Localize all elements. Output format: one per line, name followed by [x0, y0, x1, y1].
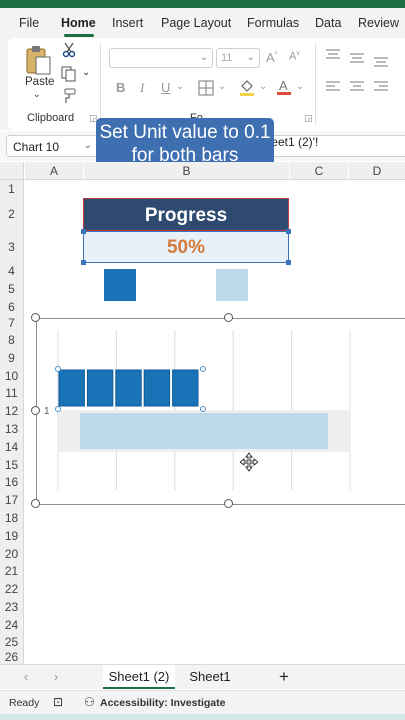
sheet-tab-bar: ‹ › Sheet1 (2) Sheet1 + [0, 664, 405, 689]
chart-bar-segment [86, 369, 114, 407]
chart-bar-segment [115, 369, 142, 407]
next-sheet-icon[interactable]: › [48, 665, 64, 689]
bottom-strip [0, 714, 405, 720]
series-selection-handle[interactable] [55, 366, 61, 372]
series-selection-handle[interactable] [55, 406, 61, 412]
accessibility-icon[interactable]: ⚇ [84, 695, 95, 709]
series-selection-handle[interactable] [200, 366, 206, 372]
move-cursor-icon [240, 452, 258, 474]
sheet-tab-sheet1-2[interactable]: Sheet1 (2) [103, 665, 175, 689]
chart-bar-segment [172, 369, 199, 407]
status-ready: Ready [9, 697, 40, 709]
status-bar: Ready ⊡ ⚇ Accessibility: Investigate [0, 690, 405, 714]
chart-bar-segment [143, 369, 171, 407]
chart-category-label: 1 [44, 406, 50, 417]
prev-sheet-icon[interactable]: ‹ [18, 665, 34, 689]
series-selection-handle[interactable] [200, 406, 206, 412]
add-sheet-icon[interactable]: + [273, 665, 295, 689]
chart-bar-segment [58, 369, 85, 407]
sheet-tab-sheet1[interactable]: Sheet1 [182, 665, 238, 689]
accessibility-status[interactable]: Accessibility: Investigate [100, 697, 225, 709]
chart-plot: 1 [44, 330, 351, 490]
macro-record-icon[interactable]: ⊡ [53, 695, 63, 709]
chart-bar-background [80, 413, 328, 449]
